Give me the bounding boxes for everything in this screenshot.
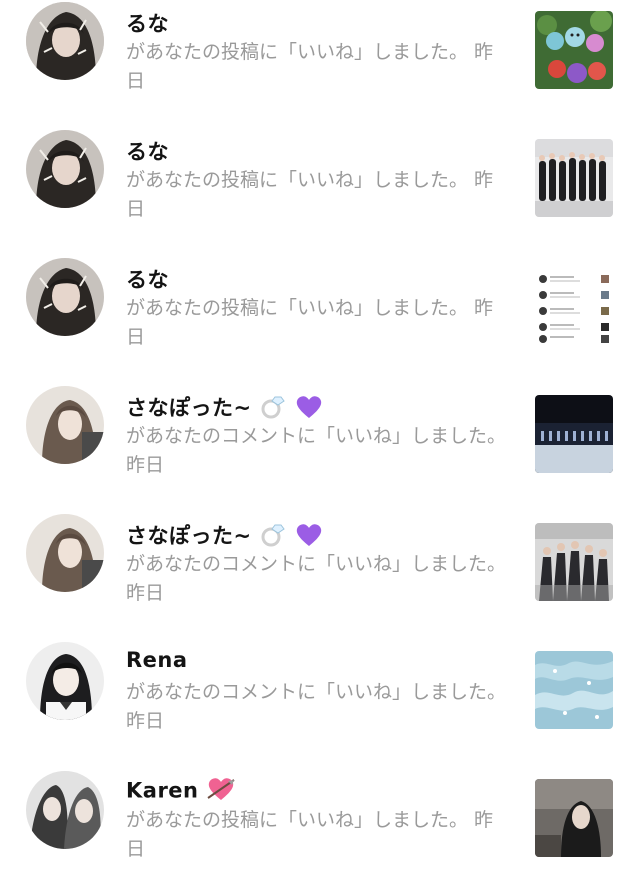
username[interactable]: Karen [126,776,236,807]
post-thumbnail[interactable] [535,779,613,857]
username[interactable]: るな [126,264,169,294]
username[interactable]: さなぽった~ [126,520,323,553]
user-avatar-photo-icon [26,130,104,208]
portrait-photo-icon [535,779,613,857]
purple-heart-icon [295,522,323,553]
notification-message: があなたのコメントに「いいね」しました。 昨日 [126,422,506,480]
user-avatar[interactable] [26,2,104,80]
message-line: があなたの投稿に「いいね」しました。 昨 [126,41,494,63]
screenshot-thumbnail-icon [535,267,613,345]
message-line: があなたの投稿に「いいね」しました。 昨 [126,809,494,831]
notification-row[interactable]: Rena があなたのコメントに「いいね」しました。 昨日 [0,640,640,768]
user-avatar[interactable] [26,130,104,208]
timestamp: 昨日 [126,454,165,476]
group-dance-photo-icon [535,523,613,601]
post-thumbnail[interactable] [535,395,613,473]
user-avatar-photo-icon [26,514,104,592]
concert-stage-photo-icon [535,395,613,473]
ring-icon [259,394,287,425]
user-avatar[interactable] [26,642,104,720]
user-avatar-photo-icon [26,258,104,336]
user-avatar-photo-icon [26,2,104,80]
user-avatar[interactable] [26,258,104,336]
notification-message: があなたのコメントに「いいね」しました。 昨日 [126,550,506,608]
notification-row[interactable]: さなぽった~ があなたのコメントに「いいね」しました。 昨日 [0,512,640,640]
timestamp: 昨日 [126,710,165,732]
message-line: があなたの投稿に「いいね」しました。 昨 [126,169,494,191]
notification-message: があなたの投稿に「いいね」しました。 昨 日 [126,38,506,96]
notification-row[interactable]: るな があなたの投稿に「いいね」しました。 昨 日 [0,256,640,384]
notification-message: があなたの投稿に「いいね」しました。 昨 日 [126,806,506,864]
post-thumbnail[interactable] [535,139,613,217]
timestamp: 日 [126,326,146,348]
notification-message: があなたの投稿に「いいね」しました。 昨 日 [126,166,506,224]
post-thumbnail[interactable] [535,651,613,729]
user-avatar-photo-icon [26,642,104,720]
timestamp: 日 [126,70,146,92]
user-avatar[interactable] [26,771,104,849]
notification-row[interactable]: るな があなたの投稿に「いいね」しました。 昨 日 [0,128,640,256]
message-line: があなたのコメントに「いいね」しました。 [126,425,507,447]
timestamp: 日 [126,198,146,220]
purple-heart-icon [295,394,323,425]
message-line: があなたのコメントに「いいね」しました。 [126,553,507,575]
username[interactable]: るな [126,8,169,38]
message-line: があなたのコメントに「いいね」しました。 [126,681,507,703]
notification-row[interactable]: さなぽった~ があなたのコメントに「いいね」しました。 昨日 [0,384,640,512]
plush-toys-photo-icon [535,11,613,89]
water-photo-icon [535,651,613,729]
post-thumbnail[interactable] [535,523,613,601]
notification-row[interactable]: るな があなたの投稿に「いいね」しました。 昨 日 [0,0,640,128]
user-avatar-photo-icon [26,386,104,464]
username[interactable]: Rena [126,648,188,672]
timestamp: 昨日 [126,582,165,604]
user-avatar-photo-icon [26,771,104,849]
group-photo-icon [535,139,613,217]
username[interactable]: さなぽった~ [126,392,323,425]
notification-row[interactable]: Karen があなたの投稿に「いいね」しました。 昨 日 [0,768,640,896]
notification-message: があなたのコメントに「いいね」しました。 昨日 [126,678,506,736]
notification-list: るな があなたの投稿に「いいね」しました。 昨 日 るな があなたの投稿に「いい… [0,0,640,860]
post-thumbnail[interactable] [535,11,613,89]
heart-with-arrow-icon [206,776,236,807]
user-avatar[interactable] [26,514,104,592]
notification-message: があなたの投稿に「いいね」しました。 昨 日 [126,294,506,352]
timestamp: 日 [126,838,146,860]
message-line: があなたの投稿に「いいね」しました。 昨 [126,297,494,319]
ring-icon [259,522,287,553]
user-avatar[interactable] [26,386,104,464]
username[interactable]: るな [126,136,169,166]
post-thumbnail[interactable] [535,267,613,345]
